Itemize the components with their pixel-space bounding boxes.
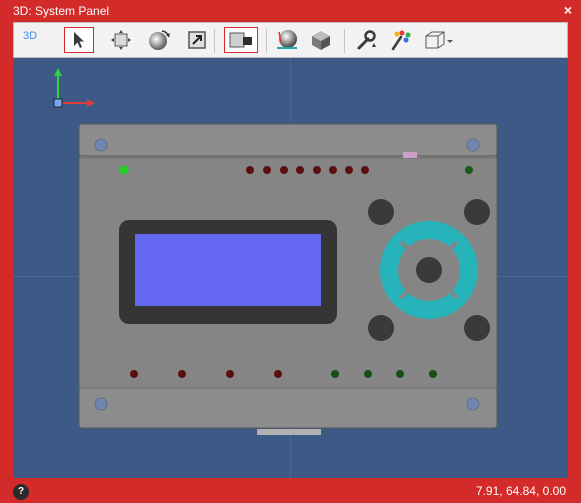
system-panel-window: 3D: System Panel × 3D 7.91, 64.84, 0.00 … bbox=[0, 0, 581, 503]
3d-viewport[interactable] bbox=[13, 58, 568, 478]
help-icon[interactable]: ? bbox=[13, 484, 29, 500]
settings-tool-button[interactable] bbox=[352, 27, 382, 53]
lcd-screen bbox=[135, 234, 321, 306]
arrow-cursor-icon bbox=[74, 32, 84, 48]
toolbar-separator bbox=[344, 29, 345, 53]
render-sphere-tool-button[interactable] bbox=[272, 27, 302, 53]
board-view-tool-button[interactable] bbox=[224, 27, 258, 53]
select-tool-button[interactable] bbox=[64, 27, 94, 53]
rotate-sphere-icon bbox=[149, 30, 170, 50]
window-title: 3D: System Panel bbox=[13, 4, 110, 18]
close-icon[interactable]: × bbox=[564, 2, 572, 18]
status-bar: 7.91, 64.84, 0.00 bbox=[0, 480, 581, 503]
board-view-icon bbox=[229, 32, 252, 48]
move-icon bbox=[111, 30, 131, 50]
zoom-arrow-icon bbox=[188, 31, 206, 49]
render-sphere-icon bbox=[277, 30, 297, 49]
zoom-tool-button[interactable] bbox=[182, 27, 212, 53]
solid-view-tool-button[interactable] bbox=[306, 27, 336, 53]
toolbar: 3D bbox=[13, 22, 568, 58]
toolbar-separator bbox=[214, 29, 215, 53]
toolbar-separator bbox=[266, 29, 267, 53]
camera-views-tool-button[interactable] bbox=[420, 27, 456, 53]
wire-cube-icon bbox=[425, 31, 453, 49]
system-panel-model[interactable] bbox=[77, 122, 499, 436]
colors-tool-button[interactable] bbox=[386, 27, 416, 53]
solid-cube-icon bbox=[312, 31, 330, 50]
color-dots-icon bbox=[391, 30, 411, 51]
axis-gizmo-icon bbox=[53, 68, 95, 108]
view-mode-label[interactable]: 3D bbox=[23, 30, 37, 42]
wrench-icon bbox=[357, 30, 376, 50]
coordinates-readout: 7.91, 64.84, 0.00 bbox=[475, 484, 566, 498]
title-bar[interactable]: 3D: System Panel × bbox=[0, 0, 581, 22]
pan-tool-button[interactable] bbox=[106, 27, 136, 53]
rotate-tool-button[interactable] bbox=[144, 27, 174, 53]
